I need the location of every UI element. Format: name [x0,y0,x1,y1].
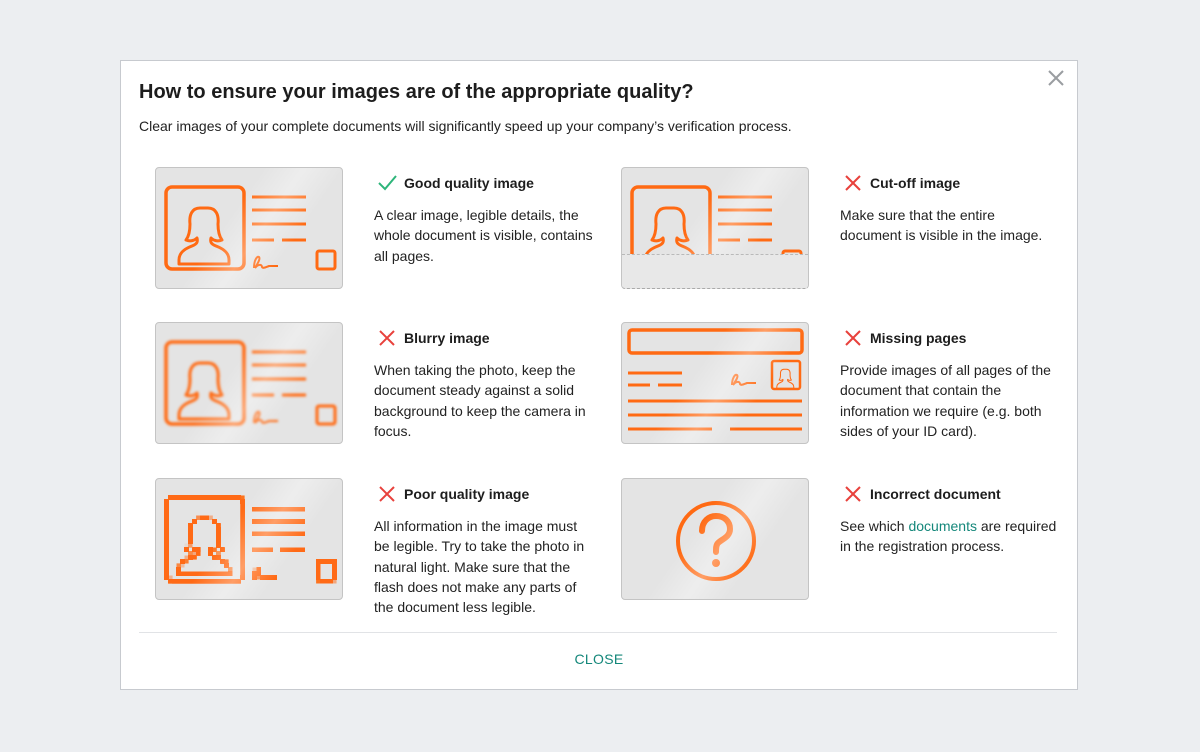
description-text: See which [840,518,909,534]
close-button[interactable]: CLOSE [121,650,1077,668]
item-cutoff: Cut-off image Make sure that the entire … [607,167,1047,307]
dialog-title: How to ensure your images are of the app… [139,81,694,103]
item-incorrect-document: Incorrect document See which documents a… [607,478,1056,618]
missing-pages-illustration [621,322,809,444]
blurry-illustration [155,322,343,444]
incorrect-document-illustration [621,478,809,600]
item-title: Missing pages [870,330,967,346]
item-poor-quality: Poor quality image All information in th… [141,478,584,618]
item-blurry: Blurry image When taking the photo, keep… [141,322,586,462]
cross-icon [379,486,395,502]
item-title: Poor quality image [404,486,530,502]
check-icon [378,175,397,191]
cross-icon [845,330,861,346]
item-description: See which documents are required in the … [840,516,1060,557]
item-description: All information in the image must be leg… [374,518,585,616]
documents-link[interactable]: documents [908,518,976,534]
item-title: Good quality image [404,175,534,191]
item-title: Incorrect document [870,486,1001,502]
cross-icon [379,330,395,346]
item-description: Make sure that the entire document is vi… [840,207,1043,244]
poor-quality-illustration [155,478,343,600]
cross-icon [845,486,861,502]
item-description: When taking the photo, keep the document… [374,362,586,439]
item-description: Provide images of all pages of the docum… [840,362,1051,439]
item-missing-pages: Missing pages Provide images of all page… [607,322,1051,462]
dialog-subtitle: Clear images of your complete documents … [139,118,792,134]
item-title: Cut-off image [870,175,961,191]
item-good-quality: Good quality image A clear image, legibl… [141,167,593,307]
close-icon[interactable] [1045,67,1067,89]
item-title: Blurry image [404,330,490,346]
item-description: A clear image, legible details, the whol… [374,207,593,264]
footer-divider [139,632,1057,633]
cutoff-illustration [621,167,809,289]
quality-dialog: How to ensure your images are of the app… [120,60,1078,690]
good-quality-illustration [155,167,343,289]
cross-icon [845,175,861,191]
